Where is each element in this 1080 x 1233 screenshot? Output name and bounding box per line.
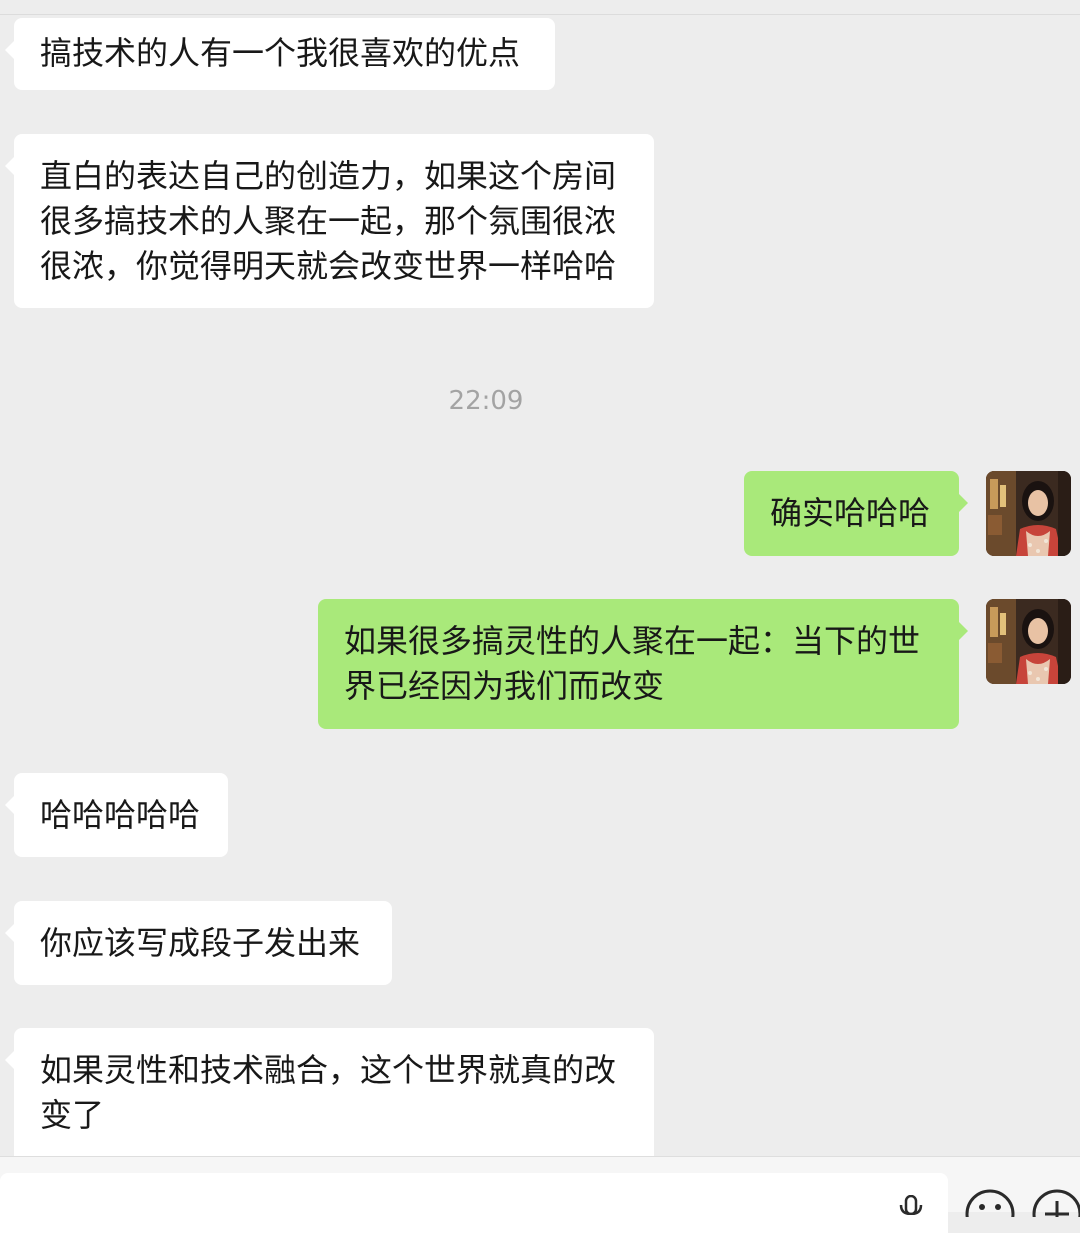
plus-icon[interactable] (1031, 1187, 1080, 1233)
top-divider (0, 0, 1080, 15)
avatar[interactable] (986, 599, 1071, 684)
message-bubble-outgoing[interactable]: 确实哈哈哈 (744, 471, 968, 556)
message-bubble-outgoing[interactable]: 如果很多搞灵性的人聚在一起：当下的世界已经因为我们而改变 (318, 599, 968, 729)
emoji-icon[interactable] (963, 1187, 1017, 1233)
message-text: 搞技术的人有一个我很喜欢的优点 (40, 34, 521, 72)
chat-message-list[interactable]: 搞技术的人有一个我很喜欢的优点 直白的表达自己的创造力，如果这个房间很多搞技术的… (0, 0, 1080, 1156)
message-input-field[interactable] (0, 1173, 948, 1233)
message-bubble-incoming[interactable]: 你应该写成段子发出来 (5, 901, 392, 985)
message-timestamp: 22:09 (448, 386, 524, 416)
message-text: 哈哈哈哈哈 (40, 796, 201, 834)
voice-input-icon[interactable] (897, 1194, 925, 1219)
message-bubble-incoming[interactable]: 如果灵性和技术融合，这个世界就真的改变了 (5, 1028, 654, 1156)
message-text: 如果灵性和技术融合，这个世界就真的改变了 (40, 1051, 617, 1134)
message-text: 你应该写成段子发出来 (40, 924, 361, 962)
chat-input-bar (0, 1156, 1080, 1233)
avatar[interactable] (986, 471, 1071, 556)
message-text: 直白的表达自己的创造力，如果这个房间很多搞技术的人聚在一起，那个氛围很浓很浓，你… (40, 157, 617, 285)
message-bubble-incoming[interactable]: 哈哈哈哈哈 (5, 773, 228, 857)
message-bubble-incoming[interactable]: 搞技术的人有一个我很喜欢的优点 (5, 18, 555, 90)
message-text: 确实哈哈哈 (770, 494, 931, 532)
message-text: 如果很多搞灵性的人聚在一起：当下的世界已经因为我们而改变 (344, 622, 921, 705)
message-bubble-incoming[interactable]: 直白的表达自己的创造力，如果这个房间很多搞技术的人聚在一起，那个氛围很浓很浓，你… (5, 134, 654, 308)
